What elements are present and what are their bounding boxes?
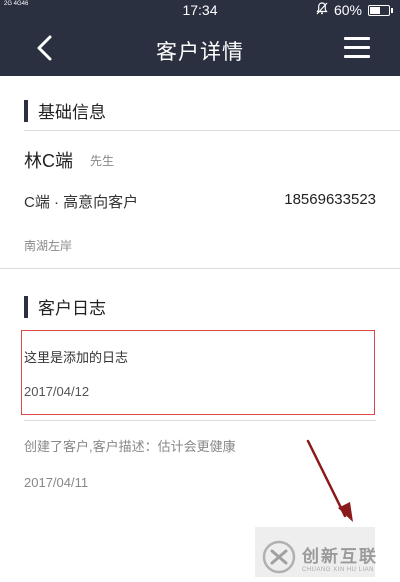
customer-type: C端 · 高意向客户 — [24, 194, 139, 211]
divider — [24, 130, 400, 131]
section-customer-log-title: 客户日志 — [38, 299, 106, 318]
log-entry-text: 这里是添加的日志 — [24, 350, 129, 365]
page-title: 客户详情 — [156, 41, 244, 64]
annotation-arrow-icon — [306, 439, 353, 522]
hamburger-menu-icon[interactable] — [344, 37, 370, 59]
battery-icon — [368, 4, 393, 16]
customer-gender: 先生 — [90, 154, 115, 168]
status-bar: 2G 4G46 17:34 60% — [0, 0, 400, 20]
customer-name: 林C端 — [24, 151, 73, 171]
section-basic-info: 基础信息 — [24, 98, 106, 123]
log-entry-date: 2017/04/11 — [24, 475, 89, 490]
watermark-name-en: CHUANG XIN HU LIAN — [302, 566, 375, 573]
log-entry-highlight[interactable] — [21, 330, 375, 415]
log-entry-date: 2017/04/12 — [24, 384, 90, 399]
watermark-name-cn: 创新互联 — [302, 546, 378, 566]
battery-fill — [370, 6, 380, 14]
nav-bar: 客户详情 — [0, 20, 400, 76]
bell-mute-icon — [316, 2, 328, 18]
battery-percent: 60% — [333, 2, 362, 18]
brand-logo-icon — [262, 540, 296, 574]
section-bar — [24, 295, 28, 318]
section-bar — [24, 99, 28, 122]
section-divider — [0, 268, 400, 269]
customer-address: 南湖左岸 — [24, 239, 73, 253]
status-right: 60% — [316, 2, 393, 18]
log-divider — [24, 420, 376, 421]
log-entry-text: 创建了客户,客户描述：估计会更健康 — [24, 439, 236, 454]
section-customer-log: 客户日志 — [24, 294, 106, 319]
section-basic-info-title: 基础信息 — [38, 103, 106, 122]
customer-phone[interactable]: 18569633523 — [284, 191, 376, 208]
watermark: 创新互联 CHUANG XIN HU LIAN — [262, 537, 400, 577]
